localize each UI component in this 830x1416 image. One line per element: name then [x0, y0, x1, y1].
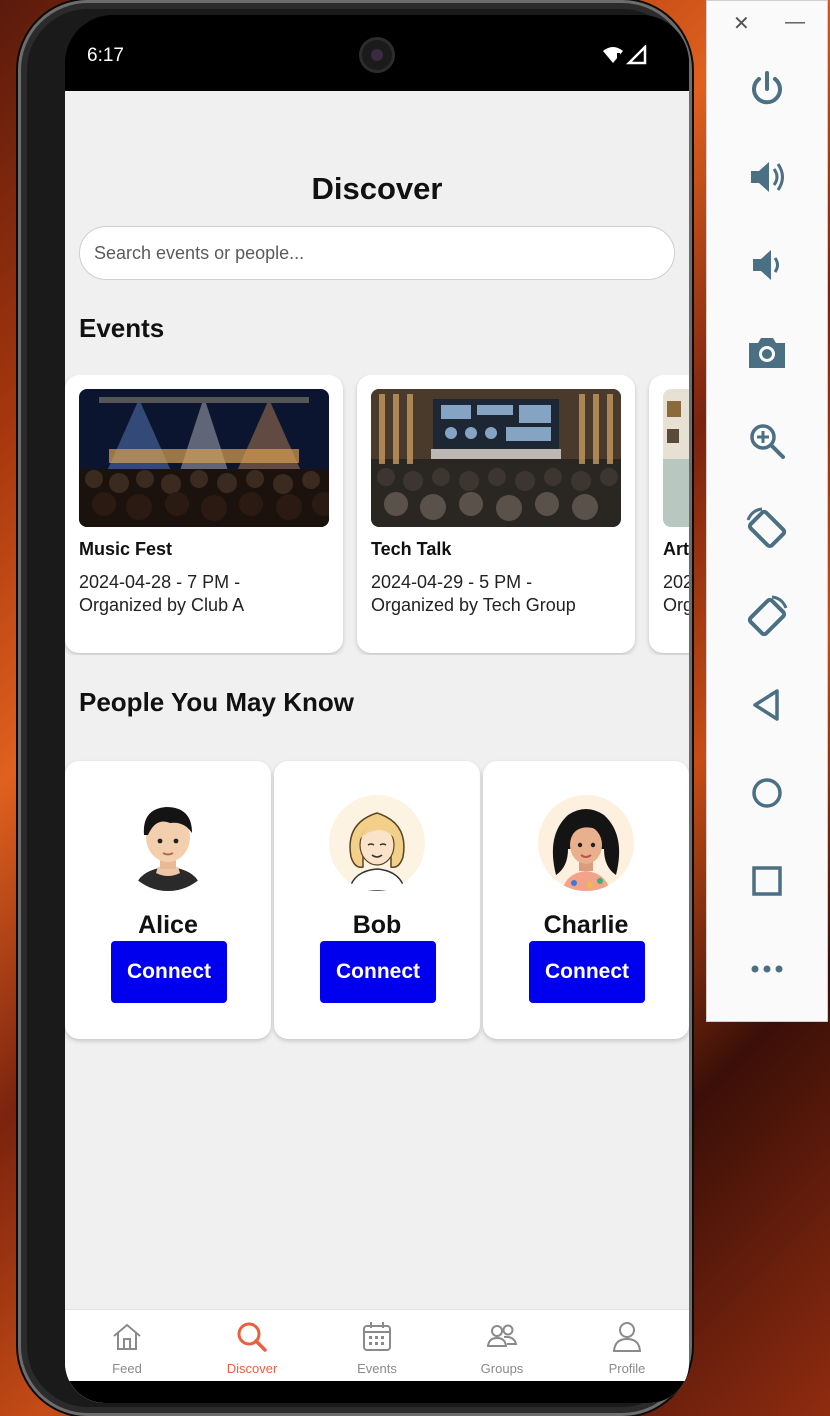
device-screen: 6:17 Discover Events: [65, 15, 689, 1403]
groups-icon: [486, 1324, 518, 1347]
tab-label: Profile: [608, 1361, 646, 1376]
home-icon: [113, 1323, 141, 1350]
event-card-tech-talk[interactable]: Tech Talk 2024-04-29 - 5 PM - Organized …: [357, 375, 635, 653]
search-input[interactable]: [79, 226, 675, 280]
tab-label: Groups: [480, 1361, 524, 1376]
person-name: Bob: [352, 911, 402, 939]
people-section-title: People You May Know: [79, 687, 354, 717]
events-section-title: Events: [79, 313, 165, 343]
event-name: Tech Talk: [371, 539, 452, 559]
tab-events[interactable]: Events: [315, 1310, 439, 1380]
page-title: Discover: [311, 171, 443, 206]
camera-cutout: [359, 37, 395, 73]
power-icon[interactable]: [743, 65, 791, 113]
tab-feed[interactable]: Feed: [65, 1310, 189, 1380]
event-card-music-fest[interactable]: Music Fest 2024-04-28 - 7 PM - Organized…: [65, 375, 343, 653]
avatar: [120, 795, 216, 891]
people-list: Alice Connect Bob Connect Charlie Connec…: [65, 761, 689, 1043]
event-name: Music Fest: [79, 539, 173, 559]
event-organizer: Organized by Tech Group: [371, 595, 576, 615]
connect-button[interactable]: Connect: [111, 941, 227, 1003]
person-card-charlie[interactable]: Charlie Connect: [483, 761, 689, 1039]
connect-button[interactable]: Connect: [529, 941, 645, 1003]
person-name: Alice: [138, 911, 198, 939]
person-name: Charlie: [543, 911, 629, 939]
emulator-controls: ✕ —: [706, 0, 828, 1022]
home-indicator[interactable]: [301, 1375, 453, 1380]
tab-discover[interactable]: Discover: [190, 1310, 314, 1380]
back-icon[interactable]: [743, 681, 791, 729]
event-datetime: 2024-04-28 - 7 PM -: [79, 572, 241, 592]
avatar: [329, 795, 425, 891]
signal-icon: [603, 45, 647, 65]
volume-up-icon[interactable]: [743, 153, 791, 201]
avatar: [538, 795, 634, 891]
event-datetime: 2024-04-29 - 5 PM -: [371, 572, 533, 592]
more-icon[interactable]: [743, 945, 791, 993]
event-image: [371, 389, 621, 527]
event-name: Art: [663, 539, 689, 559]
person-icon: [612, 1322, 642, 1352]
zoom-icon[interactable]: [743, 417, 791, 465]
event-meta: 202 Org: [663, 571, 689, 617]
tab-profile[interactable]: Profile: [565, 1310, 689, 1380]
event-meta: 2024-04-28 - 7 PM - Organized by Club A: [79, 571, 244, 617]
event-card-art[interactable]: Art 202 Org: [649, 375, 689, 653]
status-bar: 6:17: [65, 15, 689, 91]
event-organizer: Org: [663, 595, 689, 615]
search-icon: [237, 1322, 267, 1352]
person-card-alice[interactable]: Alice Connect: [65, 761, 271, 1039]
overview-icon[interactable]: [743, 857, 791, 905]
home-circle-icon[interactable]: [743, 769, 791, 817]
discover-screen: Discover Events: [65, 91, 689, 1403]
rotate-left-icon[interactable]: [743, 505, 791, 553]
tab-label: Discover: [226, 1361, 278, 1376]
tab-label: Feed: [112, 1361, 142, 1376]
tab-label: Events: [357, 1361, 397, 1376]
event-datetime: 202: [663, 572, 689, 592]
rotate-right-icon[interactable]: [743, 593, 791, 641]
events-carousel[interactable]: Music Fest 2024-04-28 - 7 PM - Organized…: [65, 375, 689, 655]
close-icon[interactable]: ✕: [733, 11, 750, 36]
status-time: 6:17: [87, 45, 124, 66]
connect-button[interactable]: Connect: [320, 941, 436, 1003]
calendar-icon: [363, 1322, 391, 1351]
minimize-icon[interactable]: —: [785, 11, 805, 34]
gesture-bar-area: [65, 1381, 689, 1403]
camera-icon[interactable]: [743, 329, 791, 377]
event-organizer: Organized by Club A: [79, 595, 245, 615]
event-meta: 2024-04-29 - 5 PM - Organized by Tech Gr…: [371, 571, 576, 617]
volume-down-icon[interactable]: [743, 241, 791, 289]
event-image: [79, 389, 329, 527]
person-card-bob[interactable]: Bob Connect: [274, 761, 480, 1039]
tab-groups[interactable]: Groups: [440, 1310, 564, 1380]
event-image: [663, 389, 689, 527]
phone-frame: 6:17 Discover Events: [18, 0, 692, 1416]
